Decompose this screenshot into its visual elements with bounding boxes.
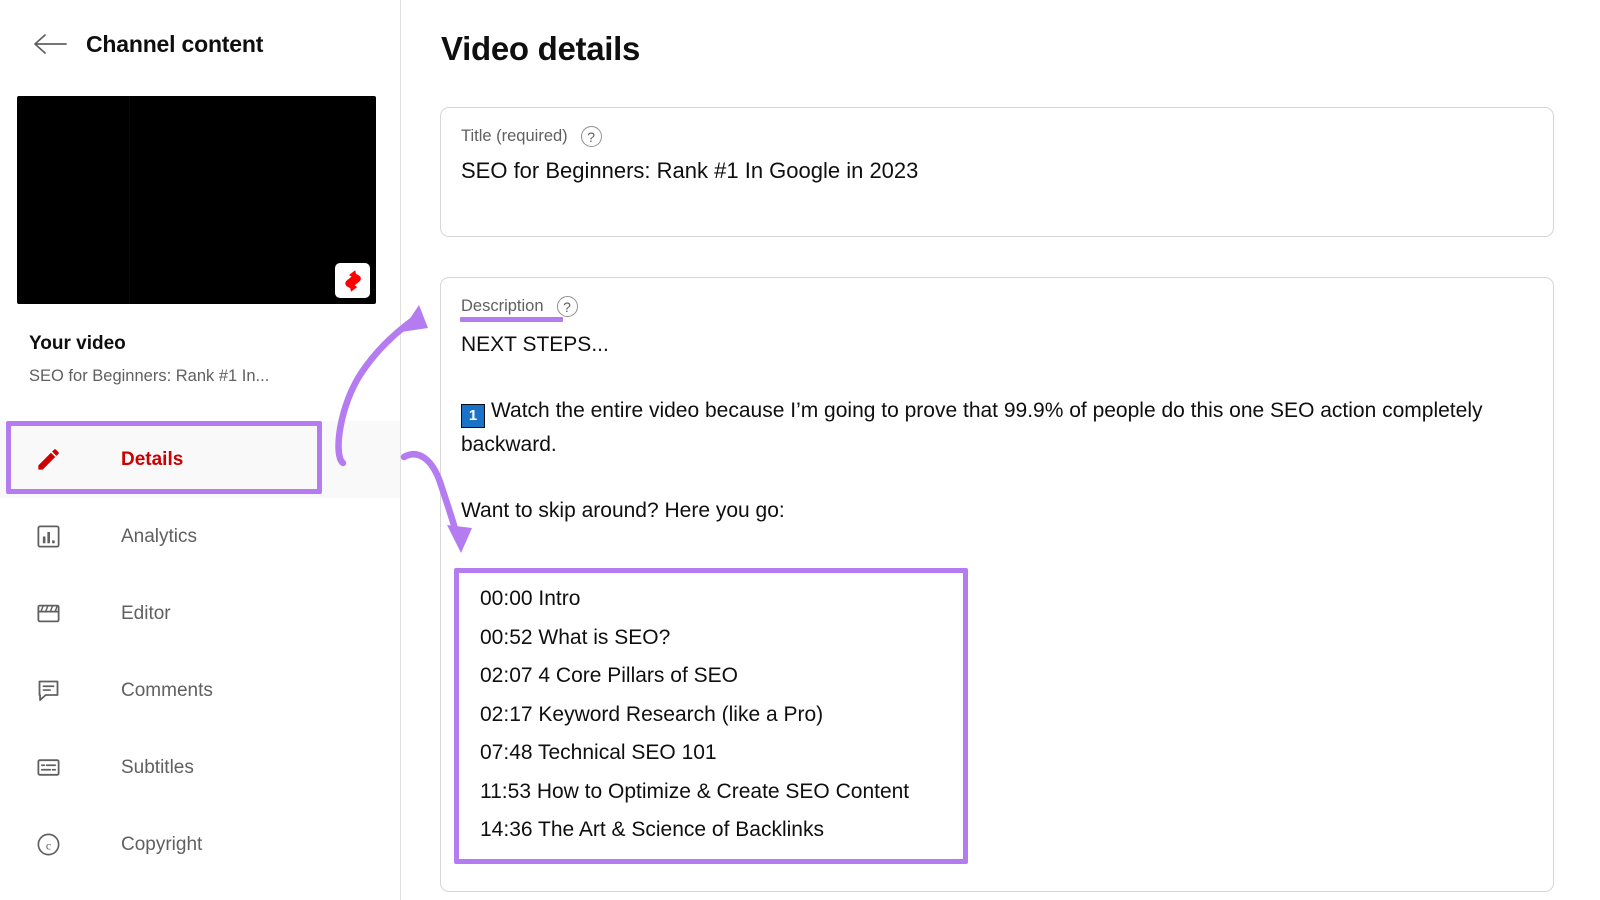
sidebar-item-label: Subtitles <box>121 756 194 778</box>
description-timestamps-list[interactable]: 00:00 Intro 00:52 What is SEO? 02:07 4 C… <box>468 574 963 856</box>
timestamp-row: 07:48 Technical SEO 101 <box>480 741 717 764</box>
your-video-name: SEO for Beginners: Rank #1 In... <box>29 367 270 385</box>
description-line-watch: 1 Watch the entire video because I’m goin… <box>461 394 1536 461</box>
description-field-label: Description <box>461 297 544 315</box>
sidebar-header: Channel content <box>0 0 400 88</box>
description-line-intro: NEXT STEPS... <box>461 333 609 356</box>
bar-chart-icon <box>33 522 63 552</box>
thumbnail-seam <box>129 96 130 304</box>
comment-icon <box>33 676 63 706</box>
sidebar-item-subtitles[interactable]: Subtitles <box>0 729 400 806</box>
sidebar-item-comments[interactable]: Comments <box>0 652 400 729</box>
sidebar: Channel content Your video SEO for Begin… <box>0 0 401 900</box>
channel-content-title: Channel content <box>86 30 264 57</box>
help-circle-icon[interactable]: ? <box>556 296 578 317</box>
keycap-one-icon: 1 <box>461 404 485 428</box>
your-video-label: Your video <box>29 333 126 354</box>
title-field-value[interactable]: SEO for Beginners: Rank #1 In Google in … <box>461 158 918 184</box>
page-title: Video details <box>441 30 641 67</box>
pencil-icon <box>33 445 63 475</box>
description-line-skip: Want to skip around? Here you go: <box>461 499 785 522</box>
description-field-card[interactable]: Description ? NEXT STEPS... 1 Watch the e… <box>440 277 1554 892</box>
timestamp-row: 14:36 The Art & Science of Backlinks <box>480 818 824 841</box>
title-field-header: Title (required) ? <box>461 126 602 147</box>
clapperboard-icon <box>33 599 63 629</box>
sidebar-item-label: Comments <box>121 679 213 701</box>
sidebar-item-analytics[interactable]: Analytics <box>0 498 400 575</box>
help-circle-icon[interactable]: ? <box>580 126 602 147</box>
timestamp-row: 02:07 4 Core Pillars of SEO <box>480 664 738 687</box>
sidebar-item-label: Editor <box>121 602 171 624</box>
sidebar-item-copyright[interactable]: c Copyright <box>0 806 400 883</box>
svg-text:c: c <box>45 838 50 852</box>
video-thumbnail[interactable] <box>17 96 376 304</box>
sidebar-item-label: Details <box>121 448 184 470</box>
video-details-page: Channel content Your video SEO for Begin… <box>0 0 1600 900</box>
sidebar-item-label: Copyright <box>121 833 203 855</box>
back-arrow-icon[interactable] <box>28 22 72 66</box>
sidebar-nav: Details Analytics Editor Comments Subtit… <box>0 421 400 883</box>
title-field-label: Title (required) <box>461 127 568 145</box>
main-content: Video details Title (required) ? SEO for… <box>401 0 1600 900</box>
sidebar-item-label: Analytics <box>121 525 198 547</box>
title-field-card[interactable]: Title (required) ? SEO for Beginners: Ra… <box>440 107 1554 237</box>
description-line-watch-text: Watch the entire video because I’m going… <box>461 399 1483 456</box>
timestamp-row: 02:17 Keyword Research (like a Pro) <box>480 702 824 726</box>
description-field-header: Description ? <box>461 296 578 317</box>
timestamp-row: 00:00 Intro <box>480 587 581 610</box>
youtube-shorts-icon <box>335 263 370 298</box>
sidebar-item-editor[interactable]: Editor <box>0 575 400 652</box>
timestamp-row: 00:52 What is SEO? <box>480 625 671 649</box>
copyright-icon: c <box>33 830 63 860</box>
timestamp-row: 11:53 How to Optimize & Create SEO Conte… <box>480 779 910 803</box>
sidebar-item-details[interactable]: Details <box>0 421 400 498</box>
subtitles-icon <box>33 753 63 783</box>
description-field-value[interactable]: NEXT STEPS... 1 Watch the entire video be… <box>461 328 1536 527</box>
